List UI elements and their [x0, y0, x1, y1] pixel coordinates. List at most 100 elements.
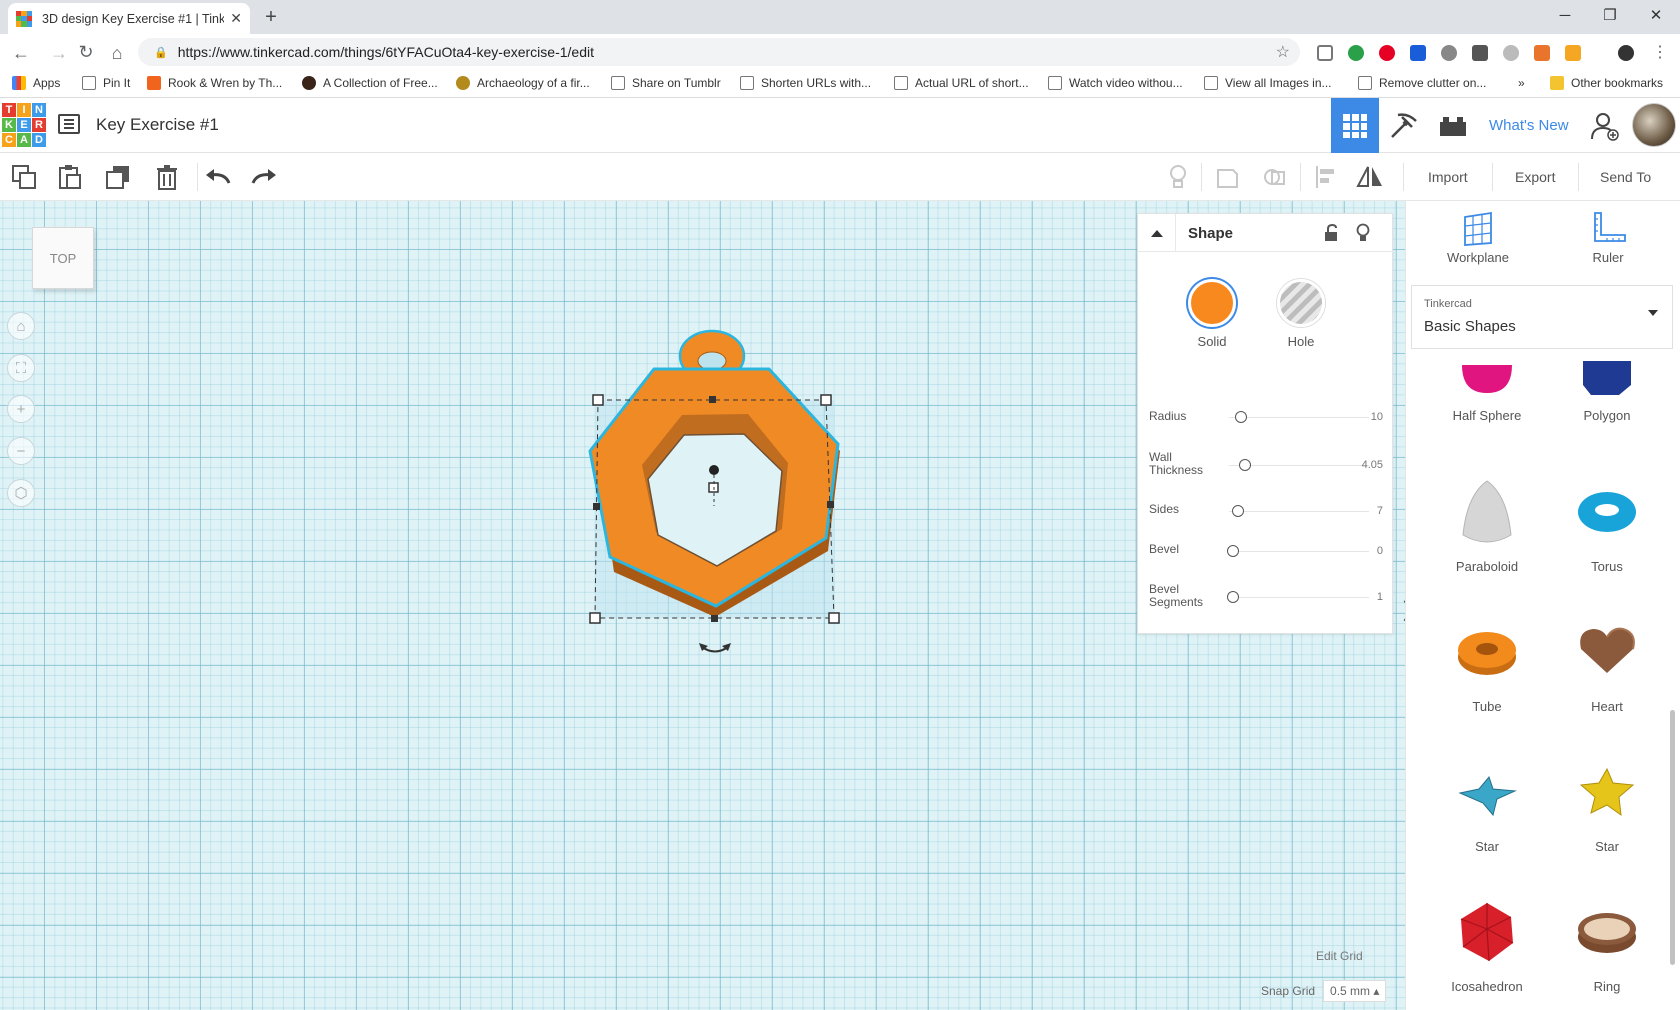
new-tab-button[interactable]: + [260, 6, 282, 29]
slider-knob[interactable] [1232, 505, 1244, 517]
lightbulb-icon[interactable] [1356, 223, 1370, 243]
circle-extension-icon[interactable] [1503, 45, 1519, 61]
property-value[interactable]: 4.05 [1362, 459, 1383, 471]
shape-icosahedron[interactable]: Icosahedron [1427, 891, 1547, 1010]
gear-extension-icon[interactable] [1441, 45, 1457, 61]
whats-new-link[interactable]: What's New [1489, 117, 1569, 134]
shape-star-yellow[interactable]: Star [1547, 751, 1667, 881]
profile-icon[interactable] [1618, 45, 1634, 61]
duplicate-icon[interactable] [104, 163, 132, 191]
shape-heart[interactable]: Heart [1547, 611, 1667, 741]
property-value[interactable]: 0 [1377, 545, 1383, 557]
send-to-button[interactable]: Send To [1590, 163, 1661, 191]
collapse-inspector-button[interactable] [1138, 214, 1176, 252]
shape-polygon[interactable]: Polygon [1547, 361, 1667, 471]
bookmark-item[interactable]: Pin It [82, 76, 130, 90]
group-icon[interactable] [1214, 163, 1242, 191]
bookmark-item[interactable]: Archaeology of a fir... [456, 76, 590, 90]
pinterest-icon[interactable] [1379, 45, 1395, 61]
bookmark-item[interactable]: Remove clutter on... [1358, 76, 1486, 90]
ruler-button[interactable]: Ruler [1568, 211, 1648, 265]
c-extension-icon[interactable] [1472, 45, 1488, 61]
tinkercad-logo[interactable]: T I N K E R C A D [2, 103, 46, 147]
property-value[interactable]: 7 [1377, 505, 1383, 517]
user-avatar[interactable] [1632, 103, 1676, 147]
shapes-scrollbar[interactable] [1670, 710, 1675, 965]
unlock-icon[interactable] [1323, 224, 1339, 242]
slider-knob[interactable] [1227, 591, 1239, 603]
copy-icon[interactable] [10, 163, 38, 191]
solid-color-swatch[interactable] [1188, 279, 1236, 327]
back-icon[interactable]: ← [10, 42, 32, 64]
lightbulb-icon[interactable] [1164, 163, 1192, 191]
extension-icon[interactable] [1410, 45, 1426, 61]
undo-icon[interactable] [204, 163, 232, 191]
slider-track[interactable] [1229, 551, 1369, 552]
hole-swatch[interactable] [1277, 279, 1325, 327]
trash-icon[interactable] [153, 163, 181, 191]
forward-icon[interactable]: → [48, 42, 70, 64]
tab-close-icon[interactable]: ✕ [230, 10, 242, 27]
pocket-icon[interactable] [1317, 45, 1333, 61]
shape-tube[interactable]: Tube [1427, 611, 1547, 741]
bookmark-item[interactable]: Share on Tumblr [611, 76, 721, 90]
bookmark-item[interactable]: A Collection of Free... [302, 76, 438, 90]
other-bookmarks[interactable]: Other bookmarks [1550, 76, 1663, 90]
restore-icon[interactable]: ❐ [1590, 4, 1630, 28]
bookmark-item[interactable]: Watch video withou... [1048, 76, 1183, 90]
pdf-extension-icon[interactable] [1565, 45, 1581, 61]
slider-knob[interactable] [1235, 411, 1247, 423]
blocks-pickaxe-icon[interactable] [1385, 110, 1421, 142]
bookmarks-overflow-button[interactable]: » [1518, 76, 1525, 90]
mirror-icon[interactable] [1356, 163, 1384, 191]
shape-library-select[interactable]: Tinkercad Basic Shapes [1411, 285, 1673, 349]
slider-knob[interactable] [1227, 545, 1239, 557]
bookmark-star-icon[interactable]: ☆ [1276, 42, 1290, 62]
slider-track[interactable] [1229, 597, 1369, 598]
paste-icon[interactable] [56, 163, 84, 191]
fox-extension-icon[interactable] [1534, 45, 1550, 61]
height-handle[interactable] [709, 465, 719, 475]
property-value[interactable]: 1 [1377, 591, 1383, 603]
bookmark-item[interactable]: Rook & Wren by Th... [147, 76, 282, 90]
project-name[interactable]: Key Exercise #1 [96, 115, 219, 135]
logo-letter: T [2, 103, 16, 117]
shape-half-sphere[interactable]: Half Sphere [1427, 361, 1547, 471]
grid-icon [1343, 113, 1367, 138]
home-icon[interactable]: ⌂ [106, 42, 128, 64]
browser-tab[interactable]: 3D design Key Exercise #1 | Tinke ✕ [8, 3, 250, 34]
bookmark-apps[interactable]: Apps [12, 76, 60, 90]
slider-track[interactable] [1229, 511, 1369, 512]
bookmark-label: A Collection of Free... [323, 76, 438, 90]
workplane-button[interactable]: Workplane [1438, 211, 1518, 265]
import-button[interactable]: Import [1418, 163, 1478, 191]
shape-label: Tube [1472, 699, 1502, 714]
shape-ring[interactable]: Ring [1547, 891, 1667, 1010]
shape-paraboloid[interactable]: Paraboloid [1427, 471, 1547, 601]
ring-icon [1578, 913, 1636, 953]
extension-badge-icon[interactable] [1348, 45, 1364, 61]
url-bar[interactable]: 🔒 https://www.tinkercad.com/things/6tYFA… [138, 38, 1300, 66]
close-icon[interactable]: ✕ [1636, 4, 1676, 28]
reload-icon[interactable]: ↻ [75, 41, 97, 63]
snap-grid-select[interactable]: 0.5 mm ▴ [1323, 980, 1387, 1002]
redo-icon[interactable] [250, 163, 278, 191]
ungroup-icon[interactable] [1261, 163, 1289, 191]
design-list-icon[interactable] [58, 114, 80, 134]
slider-track[interactable] [1229, 417, 1369, 418]
menu-kebab-icon[interactable]: ⋮ [1649, 42, 1671, 64]
bricks-icon[interactable] [1435, 110, 1471, 142]
property-value[interactable]: 10 [1371, 411, 1383, 423]
bookmark-item[interactable]: View all Images in... [1204, 76, 1332, 90]
minimize-icon[interactable]: ─ [1545, 4, 1585, 28]
edit-grid-button[interactable]: Edit Grid [1316, 949, 1363, 963]
shape-star-blue[interactable]: Star [1427, 751, 1547, 881]
align-icon[interactable] [1311, 163, 1339, 191]
slider-knob[interactable] [1239, 459, 1251, 471]
3d-design-view-button[interactable] [1331, 98, 1379, 153]
add-user-icon[interactable] [1587, 110, 1623, 142]
export-button[interactable]: Export [1505, 163, 1565, 191]
bookmark-item[interactable]: Shorten URLs with... [740, 76, 871, 90]
shape-torus[interactable]: Torus [1547, 471, 1667, 601]
bookmark-item[interactable]: Actual URL of short... [894, 76, 1029, 90]
